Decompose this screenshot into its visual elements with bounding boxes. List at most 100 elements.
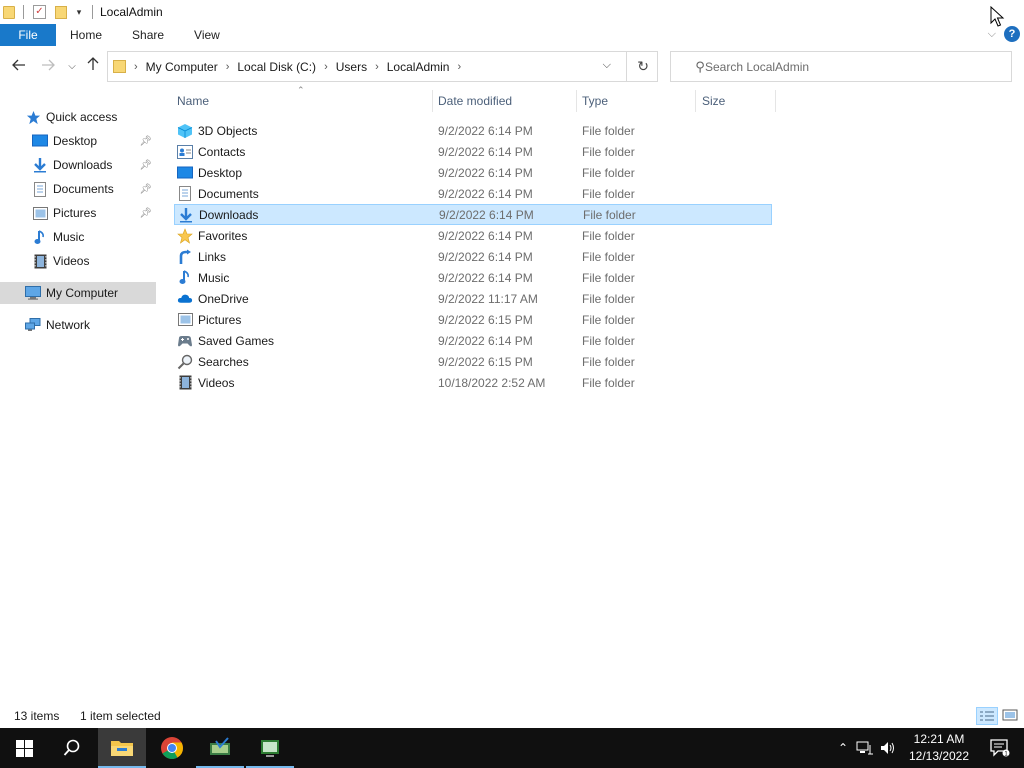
sidebar-item-label: Pictures: [53, 206, 97, 220]
file-name: 3D Objects: [198, 123, 258, 138]
taskbar-app-1[interactable]: [196, 728, 244, 768]
chrome-icon: [161, 737, 183, 759]
status-bar: 13 items 1 item selected: [0, 704, 1024, 728]
divider: [23, 5, 24, 19]
file-name: Contacts: [198, 144, 246, 159]
forward-button[interactable]: [38, 57, 58, 77]
sidebar-item-documents[interactable]: Documents 📌︎: [0, 178, 156, 200]
links-icon: [177, 249, 193, 265]
file-type: File folder: [582, 291, 635, 306]
downloads-icon: [32, 157, 48, 173]
column-header-name[interactable]: Name: [177, 88, 431, 114]
taskbar-chrome[interactable]: [148, 728, 196, 768]
chevron-right-icon[interactable]: ›: [457, 61, 461, 73]
notifications-button[interactable]: 1: [976, 728, 1024, 768]
sidebar-item-videos[interactable]: Videos: [0, 250, 156, 272]
refresh-icon[interactable]: ↻: [637, 58, 649, 75]
table-row[interactable]: OneDrive 9/2/2022 11:17 AM File folder: [174, 288, 772, 309]
pin-icon[interactable]: 📌︎: [139, 184, 152, 195]
back-button[interactable]: [9, 57, 29, 77]
sidebar-item-my-computer[interactable]: My Computer: [0, 282, 156, 304]
breadcrumb-localadmin[interactable]: LocalAdmin: [387, 60, 450, 74]
tab-file[interactable]: File: [0, 24, 56, 46]
clock-date: 12/13/2022: [908, 749, 970, 763]
table-row[interactable]: Documents 9/2/2022 6:14 PM File folder: [174, 183, 772, 204]
file-name: Documents: [198, 186, 259, 201]
address-bar[interactable]: › My Computer › Local Disk (C:) › Users …: [107, 51, 658, 82]
search-box[interactable]: ⚲: [670, 51, 1012, 82]
taskbar-file-explorer[interactable]: [98, 728, 146, 768]
column-divider[interactable]: [775, 90, 776, 112]
3d-objects-icon: [177, 123, 193, 139]
up-button[interactable]: [83, 57, 103, 77]
column-header-size[interactable]: Size: [702, 88, 772, 114]
breadcrumb-my-computer[interactable]: My Computer: [146, 60, 218, 74]
table-row[interactable]: Pictures 9/2/2022 6:15 PM File folder: [174, 309, 772, 330]
sidebar-item-pictures[interactable]: Pictures 📌︎: [0, 202, 156, 224]
customize-toolbar-dropdown-icon[interactable]: ▾: [74, 7, 84, 18]
column-header-type[interactable]: Type: [582, 88, 694, 114]
file-date-modified: 9/2/2022 6:14 PM: [438, 186, 533, 201]
taskbar-search-button[interactable]: [48, 728, 96, 768]
sidebar-item-downloads[interactable]: Downloads 📌︎: [0, 154, 156, 176]
large-icons-view-button[interactable]: [1000, 707, 1020, 725]
start-button[interactable]: [0, 728, 48, 768]
star-icon: [25, 109, 41, 125]
network-icon: [25, 317, 41, 333]
details-view-button[interactable]: [976, 707, 998, 725]
pin-icon[interactable]: 📌︎: [139, 136, 152, 147]
table-row[interactable]: Contacts 9/2/2022 6:14 PM File folder: [174, 141, 772, 162]
column-divider[interactable]: [695, 90, 696, 112]
search-input[interactable]: [705, 59, 985, 74]
expand-ribbon-icon[interactable]: ⌵: [988, 28, 996, 41]
network-status-icon[interactable]: [856, 741, 874, 755]
show-hidden-icons-icon[interactable]: ⌃: [838, 741, 848, 755]
taskbar-clock[interactable]: 12:21 AM 12/13/2022: [905, 731, 973, 765]
new-folder-icon[interactable]: [55, 5, 67, 19]
navigation-bar: ⌵ › My Computer › Local Disk (C:) › User…: [0, 50, 1024, 84]
tab-view[interactable]: View: [179, 24, 235, 46]
sidebar-item-desktop[interactable]: Desktop 📌︎: [0, 130, 156, 152]
table-row[interactable]: Music 9/2/2022 6:14 PM File folder: [174, 267, 772, 288]
taskbar-app-2[interactable]: [246, 728, 294, 768]
details-view-icon: [980, 711, 994, 721]
table-row[interactable]: Desktop 9/2/2022 6:14 PM File folder: [174, 162, 772, 183]
tab-share[interactable]: Share: [117, 24, 179, 46]
table-row[interactable]: Links 9/2/2022 6:14 PM File folder: [174, 246, 772, 267]
taskbar: ⌃ 12:21 AM 12/13/2022 1: [0, 728, 1024, 768]
help-icon[interactable]: ?: [1004, 26, 1020, 42]
title-bar: ✓ ▾ LocalAdmin: [0, 0, 1024, 24]
file-name: OneDrive: [198, 291, 249, 306]
pin-icon[interactable]: 📌︎: [139, 208, 152, 219]
table-row[interactable]: Searches 9/2/2022 6:15 PM File folder: [174, 351, 772, 372]
volume-icon[interactable]: [880, 741, 896, 755]
column-divider[interactable]: [576, 90, 577, 112]
breadcrumb-users[interactable]: Users: [336, 60, 367, 74]
table-row[interactable]: Downloads 9/2/2022 6:14 PM File folder: [174, 204, 772, 225]
address-history-dropdown-icon[interactable]: ⌵: [603, 59, 611, 72]
table-row[interactable]: 3D Objects 9/2/2022 6:14 PM File folder: [174, 120, 772, 141]
column-divider[interactable]: [432, 90, 433, 112]
sidebar-item-label: Downloads: [53, 158, 113, 172]
table-row[interactable]: Videos 10/18/2022 2:52 AM File folder: [174, 372, 772, 393]
table-row[interactable]: Saved Games 9/2/2022 6:14 PM File folder: [174, 330, 772, 351]
pin-icon[interactable]: 📌︎: [139, 160, 152, 171]
chevron-right-icon[interactable]: ›: [226, 61, 230, 73]
sidebar-item-music[interactable]: Music: [0, 226, 156, 248]
ribbon-controls: ⌵ ?: [988, 26, 1020, 42]
recent-locations-button[interactable]: ⌵: [62, 57, 82, 77]
file-type: File folder: [582, 144, 635, 159]
music-icon: [177, 270, 193, 286]
sidebar-item-quick-access[interactable]: Quick access: [0, 106, 156, 128]
chevron-right-icon[interactable]: ›: [375, 61, 379, 73]
column-header-date-modified[interactable]: Date modified: [438, 88, 574, 114]
sidebar-item-network[interactable]: Network: [0, 314, 156, 336]
chevron-right-icon[interactable]: ›: [134, 61, 138, 73]
table-row[interactable]: Favorites 9/2/2022 6:14 PM File folder: [174, 225, 772, 246]
properties-icon[interactable]: ✓: [33, 5, 46, 19]
breadcrumb-local-disk[interactable]: Local Disk (C:): [237, 60, 316, 74]
documents-icon: [177, 186, 193, 202]
file-name: Desktop: [198, 165, 243, 180]
chevron-right-icon[interactable]: ›: [324, 61, 328, 73]
tab-home[interactable]: Home: [56, 24, 117, 46]
